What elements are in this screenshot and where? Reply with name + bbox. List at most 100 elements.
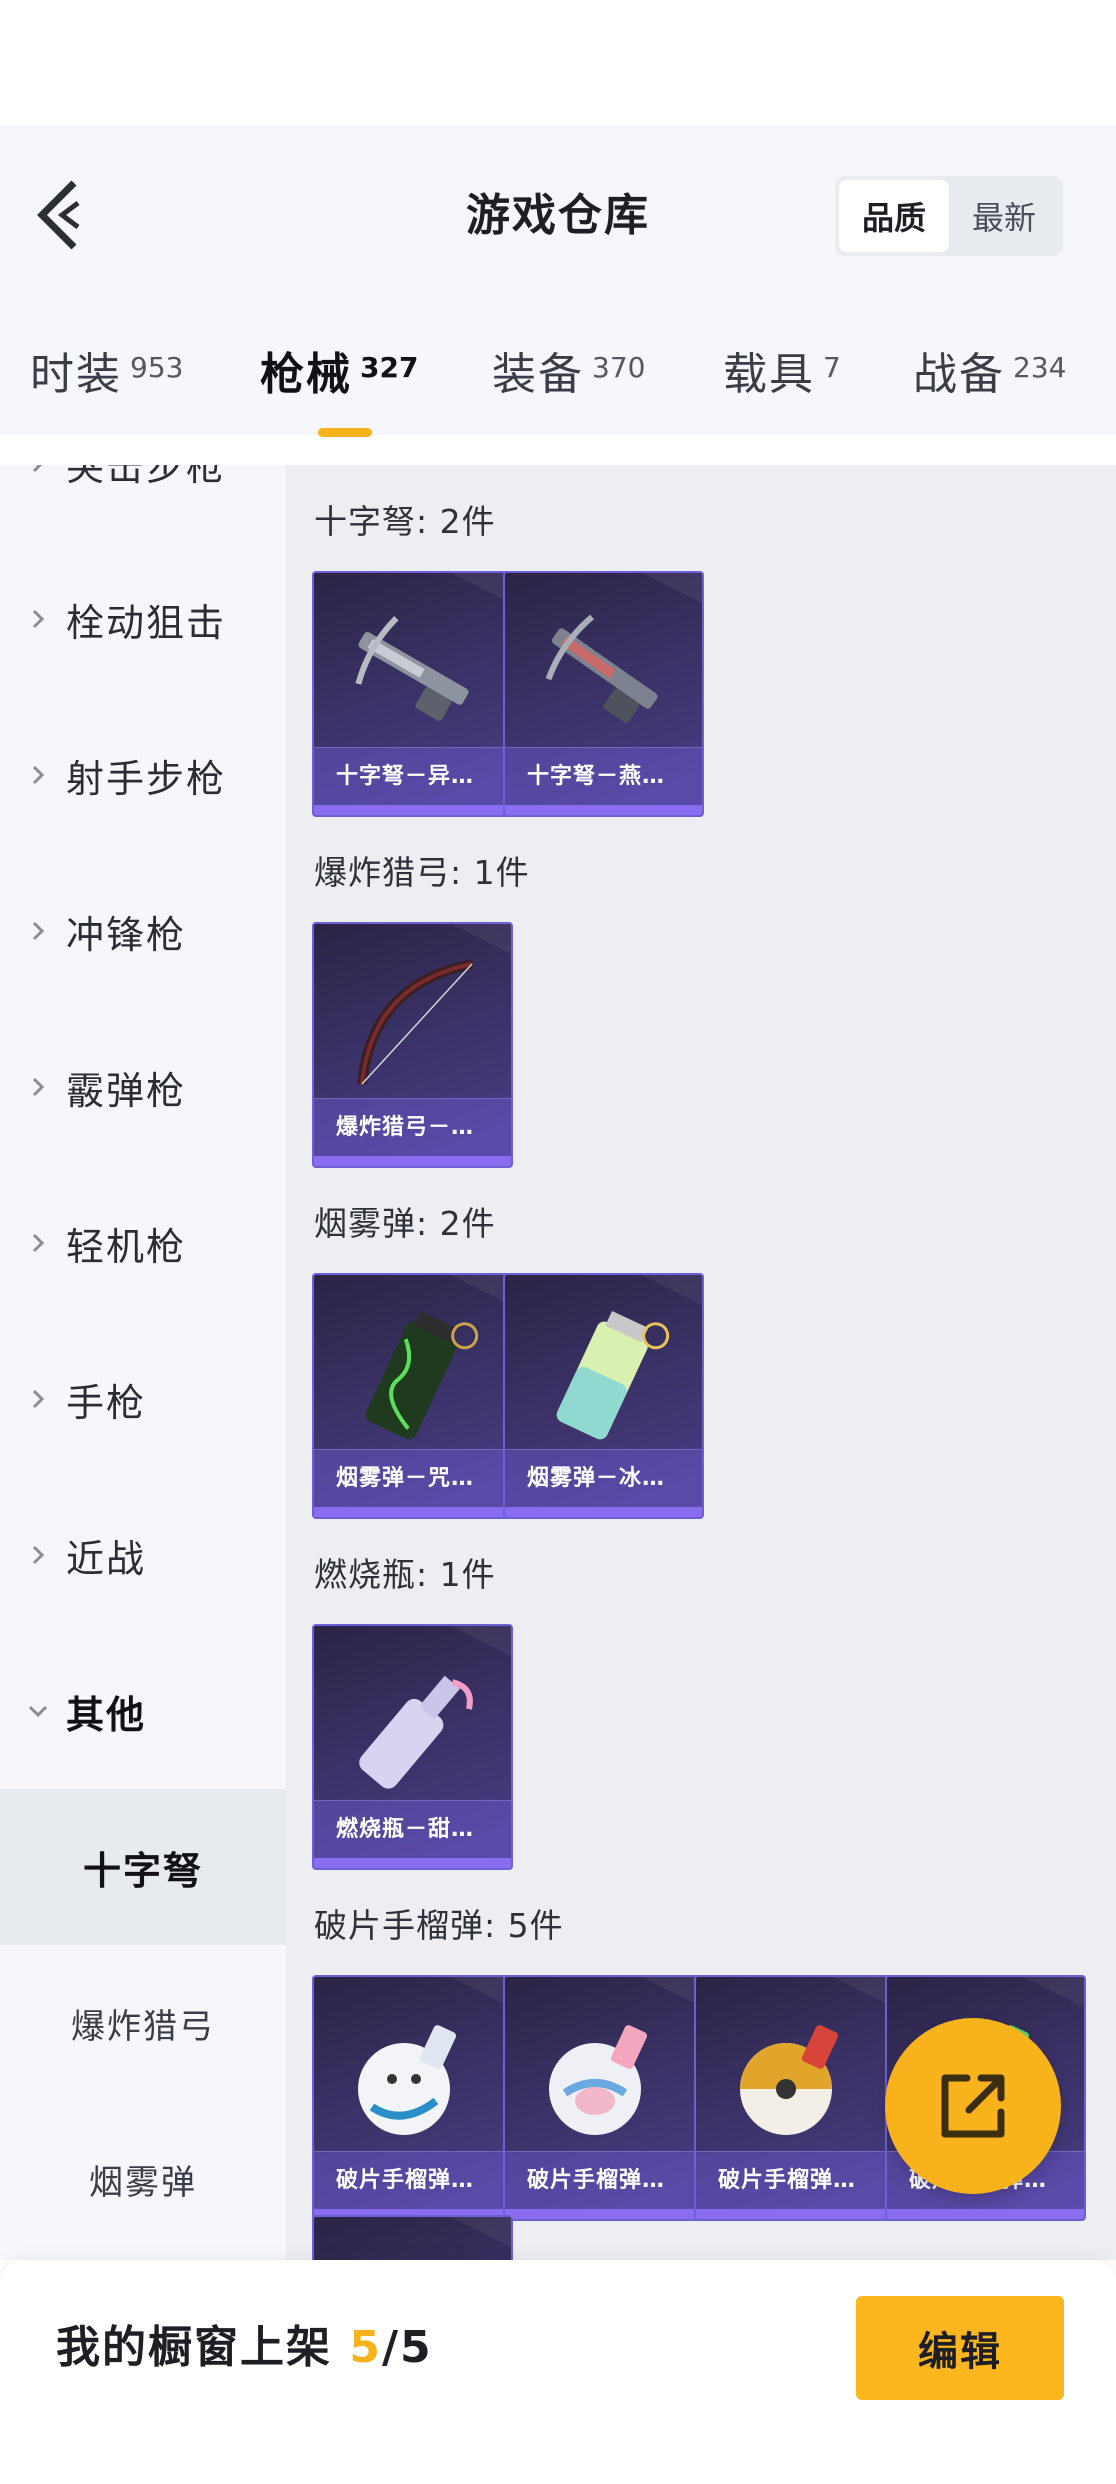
- item-name: 破片手榴弹…: [696, 2151, 893, 2209]
- item-name: 燃烧瓶－甜…: [314, 1800, 511, 1858]
- rarity-bar: [505, 1507, 702, 1517]
- tab-firearms[interactable]: 枪械 327: [260, 340, 418, 430]
- tab-label: 装备: [492, 349, 584, 400]
- item-name: 烟雾弹－冰…: [505, 1449, 702, 1507]
- category-sidebar[interactable]: 突击步枪 栓动狙击 射手步枪 冲锋枪 霰弹枪 轻机枪 手枪 近战 其他 十字弩 …: [0, 465, 286, 2260]
- item-card[interactable]: 破片手榴弹…: [312, 1975, 513, 2221]
- sidebar-item-label: 近战: [66, 1536, 147, 1581]
- group-title-explosive-bow: 爆炸猎弓: 1件: [314, 853, 530, 892]
- tab-count: 327: [360, 351, 419, 384]
- molotov-icon: [359, 1675, 473, 1789]
- item-name: 十字弩－燕…: [505, 747, 702, 805]
- sort-newest[interactable]: 最新: [949, 180, 1059, 252]
- tab-count: 370: [592, 351, 646, 384]
- category-tabs: 时装 953 枪械 327 装备 370 载具 7 战备 234: [0, 340, 1116, 440]
- tab-count: 7: [823, 351, 841, 384]
- item-card[interactable]: 爆炸猎弓－…: [312, 922, 513, 1168]
- sidebar-item-label: 冲锋枪: [66, 912, 187, 957]
- group-title-frag-grenade: 破片手榴弹: 5件: [314, 1906, 564, 1945]
- rarity-bar: [505, 805, 702, 815]
- tab-vehicles[interactable]: 载具 7: [723, 340, 841, 430]
- sidebar-item-lmg[interactable]: 轻机枪: [0, 1165, 286, 1321]
- sidebar-item-shotgun[interactable]: 霰弹枪: [0, 1009, 286, 1165]
- chevron-right-icon: [32, 765, 45, 785]
- group-title-molotov: 燃烧瓶: 1件: [314, 1555, 496, 1594]
- item-card[interactable]: 烟雾弹－冰…: [503, 1273, 704, 1519]
- chevron-right-icon: [32, 465, 43, 473]
- chevron-down-icon: [28, 1705, 48, 1718]
- sidebar-item-other[interactable]: 其他: [0, 1633, 286, 1789]
- chevron-right-icon: [32, 1545, 45, 1565]
- item-card[interactable]: 破片手榴弹…: [503, 1975, 704, 2221]
- showcase-status: 我的橱窗上架 5/5: [56, 2314, 433, 2382]
- rarity-bar: [696, 2209, 893, 2219]
- item-name: 破片手榴弹…: [505, 2151, 702, 2209]
- sidebar-item-label: 其他: [66, 1692, 147, 1737]
- share-external-icon: [941, 2074, 1005, 2138]
- sidebar-subitem-smoke-grenade[interactable]: 烟雾弹: [0, 2101, 286, 2257]
- crossbow-icon: [355, 615, 469, 721]
- sidebar-item-label: 手枪: [66, 1380, 147, 1425]
- sort-toggle[interactable]: 品质 最新: [835, 176, 1063, 256]
- share-button[interactable]: [885, 2018, 1061, 2194]
- edit-button[interactable]: 编辑: [856, 2296, 1064, 2400]
- chevron-right-icon: [32, 1077, 45, 1097]
- rarity-bar: [314, 805, 511, 815]
- showcase-total-count: /5: [381, 2322, 433, 2373]
- item-grid[interactable]: 十字弩: 2件 十字弩－异… 十字弩－燕… 爆炸猎弓: 1件 爆炸猎弓－… 烟雾…: [286, 465, 1116, 2260]
- tab-equipment[interactable]: 装备 370: [492, 340, 645, 430]
- sidebar-item-label: 射手步枪: [66, 756, 227, 801]
- bow-icon: [357, 959, 473, 1085]
- tab-label: 载具: [723, 349, 815, 400]
- smoke-grenade-icon: [556, 1311, 670, 1440]
- rarity-bar: [887, 2209, 1084, 2219]
- tab-label: 时装: [30, 349, 122, 400]
- rarity-bar: [314, 1507, 511, 1517]
- frag-grenade-icon: [740, 2025, 839, 2135]
- crossbow-icon: [545, 614, 658, 724]
- frag-grenade-icon: [358, 2025, 457, 2135]
- sidebar-item-label: 霰弹枪: [66, 1068, 187, 1113]
- sidebar-item-assault-rifle[interactable]: 突击步枪: [0, 465, 286, 541]
- item-name: 十字弩－异…: [314, 747, 511, 805]
- item-name: 爆炸猎弓－…: [314, 1098, 511, 1156]
- showcase-label: 我的橱窗上架: [56, 2322, 332, 2373]
- rarity-bar: [314, 1858, 511, 1868]
- group-title-crossbow: 十字弩: 2件: [314, 502, 496, 541]
- tab-count: 953: [130, 351, 184, 384]
- sidebar-item-smg[interactable]: 冲锋枪: [0, 853, 286, 1009]
- item-name: 破片手榴弹…: [314, 2151, 511, 2209]
- item-card[interactable]: 破片手榴弹…: [694, 1975, 895, 2221]
- tab-fashion[interactable]: 时装 953: [30, 340, 183, 430]
- sidebar-item-label: 突击步枪: [66, 465, 227, 489]
- sidebar-subitem-crossbow[interactable]: 十字弩: [0, 1789, 286, 1945]
- tab-label: 枪械: [260, 349, 352, 400]
- sidebar-item-label: 轻机枪: [66, 1224, 187, 1269]
- item-card[interactable]: 十字弩－燕…: [503, 571, 704, 817]
- item-card[interactable]: 烟雾弹－咒…: [312, 1273, 513, 1519]
- sidebar-item-melee[interactable]: 近战: [0, 1477, 286, 1633]
- chevron-right-icon: [32, 609, 45, 629]
- active-tab-indicator: [318, 428, 372, 437]
- item-card[interactable]: 十字弩－异…: [312, 571, 513, 817]
- sidebar-item-bolt-sniper[interactable]: 栓动狙击: [0, 541, 286, 697]
- chevron-right-icon: [32, 1233, 45, 1253]
- item-name: 烟雾弹－咒…: [314, 1449, 511, 1507]
- rarity-bar: [505, 2209, 702, 2219]
- tab-tactical[interactable]: 战备 234: [913, 340, 1066, 430]
- tab-label: 战备: [913, 349, 1005, 400]
- smoke-grenade-icon: [365, 1311, 479, 1440]
- showcase-current-count: 5: [349, 2322, 382, 2373]
- sidebar-subitem-explosive-bow[interactable]: 爆炸猎弓: [0, 1945, 286, 2101]
- status-bar: [0, 0, 1116, 125]
- sidebar-item-label: 栓动狙击: [66, 600, 227, 645]
- tab-count: 234: [1013, 351, 1067, 384]
- frag-grenade-icon: [549, 2025, 648, 2135]
- item-card[interactable]: 燃烧瓶－甜…: [312, 1624, 513, 1870]
- item-card[interactable]: [312, 2215, 513, 2260]
- sort-quality[interactable]: 品质: [839, 180, 949, 252]
- sidebar-item-marksman-rifle[interactable]: 射手步枪: [0, 697, 286, 853]
- rarity-bar: [314, 1156, 511, 1166]
- sidebar-item-pistol[interactable]: 手枪: [0, 1321, 286, 1477]
- chevron-right-icon: [32, 921, 45, 941]
